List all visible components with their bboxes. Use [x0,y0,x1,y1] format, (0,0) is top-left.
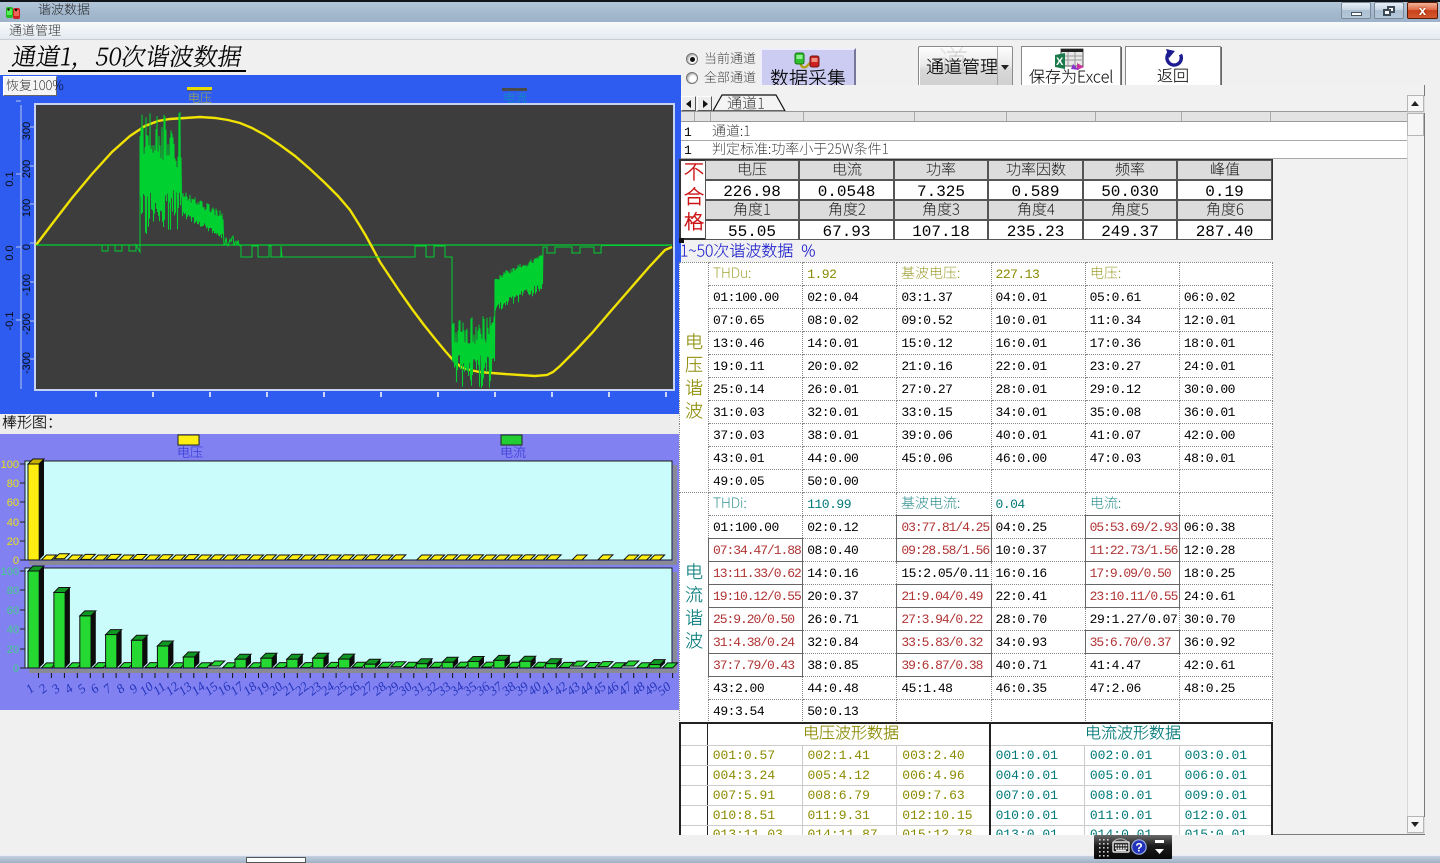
svg-text:40: 40 [7,517,19,529]
svg-text:0: 0 [13,663,19,675]
svg-text:100: 100 [1,459,19,471]
svg-text:0.0: 0.0 [4,245,16,260]
svg-text:40: 40 [7,624,19,636]
svg-text:100: 100 [1,566,19,578]
svg-text:-100: -100 [21,274,33,296]
svg-text:80: 80 [7,478,19,490]
svg-text:60: 60 [7,605,19,617]
svg-text:100: 100 [21,199,33,217]
svg-text:300: 300 [21,122,33,140]
svg-text:80: 80 [7,585,19,597]
svg-text:60: 60 [7,497,19,509]
svg-text:-300: -300 [21,352,33,374]
svg-text:0: 0 [21,244,33,250]
svg-text:20: 20 [7,644,19,656]
svg-text:20: 20 [7,536,19,548]
svg-text:-0.1: -0.1 [4,312,16,331]
svg-text:?: ? [1135,841,1142,855]
svg-text:0.1: 0.1 [4,171,16,186]
svg-text:200: 200 [21,160,33,178]
svg-text:-200: -200 [21,313,33,335]
svg-text:X: X [1056,56,1064,68]
